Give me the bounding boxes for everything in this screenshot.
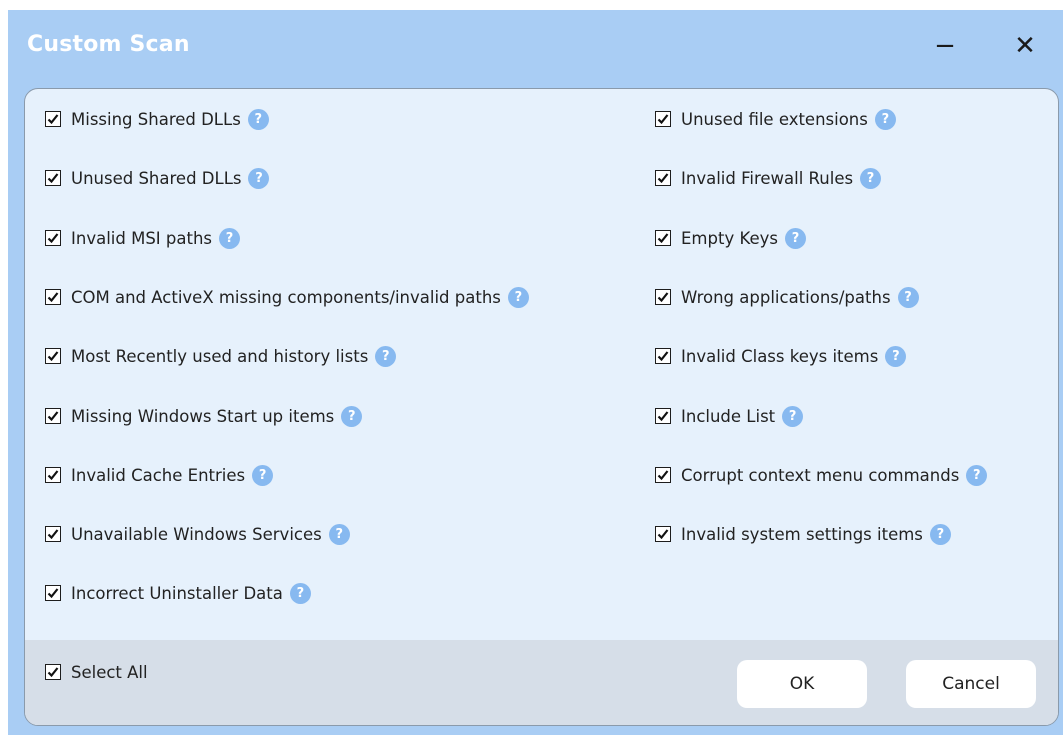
help-icon[interactable]: ? xyxy=(885,345,907,367)
scan-option-checkbox[interactable] xyxy=(45,585,61,601)
scan-option-checkbox[interactable] xyxy=(45,111,61,127)
checkmark-icon xyxy=(657,411,669,422)
scan-option-checkbox[interactable] xyxy=(45,348,61,364)
scan-option-checkbox[interactable] xyxy=(655,348,671,364)
scan-option-row[interactable]: Unused Shared DLLs? xyxy=(45,165,270,191)
scan-option-row[interactable]: Unused file extensions? xyxy=(655,106,896,132)
scan-option-row[interactable]: Include List? xyxy=(655,403,804,429)
help-icon[interactable]: ? xyxy=(247,108,269,130)
select-all-checkbox-row[interactable]: Select All xyxy=(45,659,148,685)
scan-option-row[interactable]: Most Recently used and history lists? xyxy=(45,343,397,369)
checkmark-icon xyxy=(47,411,59,422)
scan-option-row[interactable]: Wrong applications/paths? xyxy=(655,284,919,310)
scan-option-checkbox[interactable] xyxy=(655,230,671,246)
checkmark-icon xyxy=(47,233,59,244)
scan-option-row[interactable]: Incorrect Uninstaller Data? xyxy=(45,580,311,606)
scan-option-label: Corrupt context menu commands xyxy=(681,465,960,485)
checkmark-icon xyxy=(657,470,669,481)
scan-option-checkbox[interactable] xyxy=(655,170,671,186)
cancel-button[interactable]: Cancel xyxy=(906,660,1036,708)
scan-option-label: Empty Keys xyxy=(681,228,778,248)
dialog-title: Custom Scan xyxy=(27,32,190,57)
scan-option-label: Unused Shared DLLs xyxy=(71,168,242,188)
help-icon[interactable]: ? xyxy=(341,405,363,427)
help-icon[interactable]: ? xyxy=(375,345,397,367)
checkmark-icon xyxy=(47,588,59,599)
custom-scan-dialog: Custom Scan − ✕ Missing Shared DLLs? Unus… xyxy=(8,10,1063,735)
minimize-button[interactable]: − xyxy=(923,26,967,66)
scan-option-checkbox[interactable] xyxy=(45,170,61,186)
ok-button[interactable]: OK xyxy=(737,660,867,708)
scan-option-checkbox[interactable] xyxy=(655,111,671,127)
scan-option-row[interactable]: Corrupt context menu commands? xyxy=(655,462,988,488)
help-icon[interactable]: ? xyxy=(860,167,882,189)
checkmark-icon xyxy=(657,292,669,303)
scan-option-row[interactable]: Invalid system settings items? xyxy=(655,521,951,547)
checkmark-icon xyxy=(47,292,59,303)
scan-option-label: Most Recently used and history lists xyxy=(71,346,369,366)
help-icon[interactable]: ? xyxy=(507,286,529,308)
scan-option-label: COM and ActiveX missing components/inval… xyxy=(71,287,501,307)
checkmark-icon xyxy=(657,351,669,362)
scan-option-label: Invalid Firewall Rules xyxy=(681,168,854,188)
scan-option-row[interactable]: Missing Windows Start up items? xyxy=(45,403,363,429)
scan-option-row[interactable]: Empty Keys? xyxy=(655,225,806,251)
scan-option-label: Wrong applications/paths xyxy=(681,287,891,307)
checkmark-icon xyxy=(47,667,59,678)
scan-option-row[interactable]: Invalid Firewall Rules? xyxy=(655,165,882,191)
scan-option-row[interactable]: Invalid MSI paths? xyxy=(45,225,241,251)
checkmark-icon xyxy=(47,114,59,125)
checkmark-icon xyxy=(657,173,669,184)
footer-bar: Select All OK Cancel xyxy=(25,640,1058,725)
scan-option-checkbox[interactable] xyxy=(45,408,61,424)
scan-option-checkbox[interactable] xyxy=(655,289,671,305)
scan-option-checkbox[interactable] xyxy=(45,230,61,246)
scan-option-row[interactable]: Invalid Class keys items? xyxy=(655,343,907,369)
help-icon[interactable]: ? xyxy=(252,464,274,486)
checkmark-icon xyxy=(47,173,59,184)
scan-option-row[interactable]: Invalid Cache Entries? xyxy=(45,462,274,488)
help-icon[interactable]: ? xyxy=(782,405,804,427)
close-button[interactable]: ✕ xyxy=(1003,26,1047,66)
options-panel: Missing Shared DLLs? Unused Shared DLLs? I… xyxy=(24,88,1059,726)
checkmark-icon xyxy=(657,529,669,540)
scan-option-checkbox[interactable] xyxy=(655,467,671,483)
scan-option-label: Unavailable Windows Services xyxy=(71,524,322,544)
scan-option-row[interactable]: Unavailable Windows Services? xyxy=(45,521,350,547)
scan-option-label: Missing Shared DLLs xyxy=(71,109,241,129)
scan-option-checkbox[interactable] xyxy=(45,467,61,483)
scan-option-label: Incorrect Uninstaller Data xyxy=(71,583,283,603)
help-icon[interactable]: ? xyxy=(784,227,806,249)
help-icon[interactable]: ? xyxy=(219,227,241,249)
help-icon[interactable]: ? xyxy=(248,167,270,189)
scan-option-label: Invalid Class keys items xyxy=(681,346,879,366)
checkmark-icon xyxy=(657,233,669,244)
checkmark-icon xyxy=(47,470,59,481)
checkmark-icon xyxy=(657,114,669,125)
checkmark-icon xyxy=(47,529,59,540)
help-icon[interactable]: ? xyxy=(289,582,311,604)
select-all-label: Select All xyxy=(71,662,148,682)
checkmark-icon xyxy=(47,351,59,362)
scan-option-label: Unused file extensions xyxy=(681,109,868,129)
title-bar: Custom Scan − ✕ xyxy=(8,10,1063,82)
scan-option-checkbox[interactable] xyxy=(655,526,671,542)
help-icon[interactable]: ? xyxy=(929,523,951,545)
scan-option-row[interactable]: COM and ActiveX missing components/inval… xyxy=(45,284,529,310)
scan-option-checkbox[interactable] xyxy=(655,408,671,424)
scan-option-label: Missing Windows Start up items xyxy=(71,406,335,426)
scan-option-label: Invalid system settings items xyxy=(681,524,923,544)
help-icon[interactable]: ? xyxy=(874,108,896,130)
help-icon[interactable]: ? xyxy=(966,464,988,486)
scan-option-label: Invalid Cache Entries xyxy=(71,465,246,485)
help-icon[interactable]: ? xyxy=(328,523,350,545)
scan-option-checkbox[interactable] xyxy=(45,526,61,542)
scan-option-label: Include List xyxy=(681,406,776,426)
scan-option-label: Invalid MSI paths xyxy=(71,228,213,248)
scan-option-checkbox[interactable] xyxy=(45,289,61,305)
help-icon[interactable]: ? xyxy=(897,286,919,308)
select-all-checkbox[interactable] xyxy=(45,664,61,680)
scan-option-row[interactable]: Missing Shared DLLs? xyxy=(45,106,269,132)
